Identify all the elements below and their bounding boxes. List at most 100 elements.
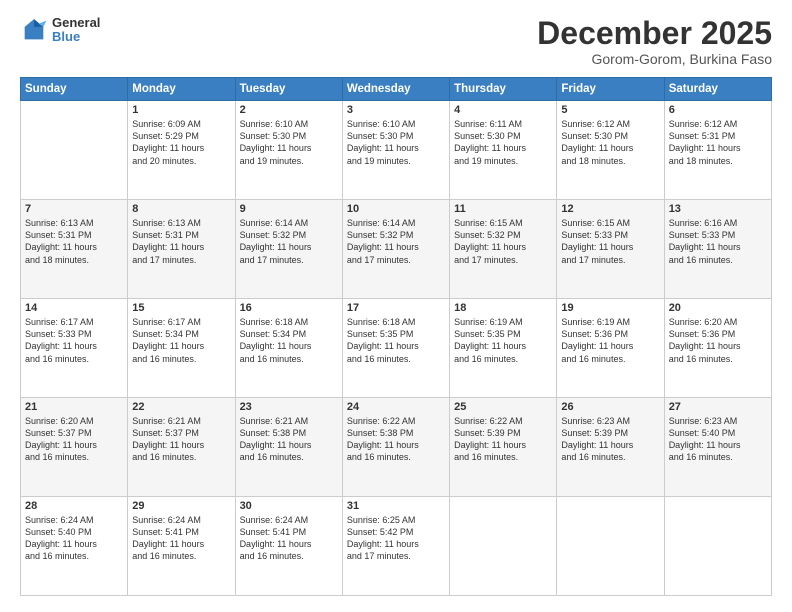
day-number: 24 [347, 401, 445, 413]
day-info: Sunrise: 6:10 AMSunset: 5:30 PMDaylight:… [240, 118, 338, 167]
day-number: 4 [454, 104, 552, 116]
calendar-week-5: 28 Sunrise: 6:24 AMSunset: 5:40 PMDayligh… [21, 497, 772, 596]
calendar-cell: 20Sunrise: 6:20 AMSunset: 5:36 PMDayligh… [664, 299, 771, 398]
calendar-cell: 30Sunrise: 6:24 AMSunset: 5:41 PMDayligh… [235, 497, 342, 596]
calendar-cell: 14 Sunrise: 6:17 AMSunset: 5:33 PMDayligh… [21, 299, 128, 398]
col-tuesday: Tuesday [235, 78, 342, 101]
day-number: 10 [347, 203, 445, 215]
calendar-cell: 12 Sunrise: 6:15 AMSunset: 5:33 PMDayligh… [557, 200, 664, 299]
day-number: 2 [240, 104, 338, 116]
day-info: Sunrise: 6:24 AMSunset: 5:40 PMDaylight:… [25, 514, 123, 563]
calendar-cell: 1 Sunrise: 6:09 AMSunset: 5:29 PMDaylight… [128, 101, 235, 200]
calendar-cell: 31 Sunrise: 6:25 AMSunset: 5:42 PMDayligh… [342, 497, 449, 596]
day-number: 6 [669, 104, 767, 116]
day-number: 26 [561, 401, 659, 413]
calendar-cell: 7 Sunrise: 6:13 AMSunset: 5:31 PMDaylight… [21, 200, 128, 299]
calendar-cell: 19 Sunrise: 6:19 AMSunset: 5:36 PMDayligh… [557, 299, 664, 398]
location-subtitle: Gorom-Gorom, Burkina Faso [537, 51, 772, 67]
day-info: Sunrise: 6:21 AMSunset: 5:37 PMDaylight:… [132, 415, 230, 464]
day-info: Sunrise: 6:20 AMSunset: 5:37 PMDaylight:… [25, 415, 123, 464]
calendar-cell: 15Sunrise: 6:17 AMSunset: 5:34 PMDayligh… [128, 299, 235, 398]
logo-text: General Blue [52, 16, 100, 45]
calendar-cell: 11Sunrise: 6:15 AMSunset: 5:32 PMDayligh… [450, 200, 557, 299]
day-info: Sunrise: 6:18 AMSunset: 5:35 PMDaylight:… [347, 316, 445, 365]
day-info: Sunrise: 6:15 AMSunset: 5:33 PMDaylight:… [561, 217, 659, 266]
calendar-cell: 16 Sunrise: 6:18 AMSunset: 5:34 PMDayligh… [235, 299, 342, 398]
day-info: Sunrise: 6:09 AMSunset: 5:29 PMDaylight:… [132, 118, 230, 167]
calendar-cell: 13Sunrise: 6:16 AMSunset: 5:33 PMDayligh… [664, 200, 771, 299]
day-info: Sunrise: 6:19 AMSunset: 5:35 PMDaylight:… [454, 316, 552, 365]
day-info: Sunrise: 6:19 AMSunset: 5:36 PMDaylight:… [561, 316, 659, 365]
calendar-cell: 22 Sunrise: 6:21 AMSunset: 5:37 PMDayligh… [128, 398, 235, 497]
page: General Blue December 2025 Gorom-Gorom, … [0, 0, 792, 612]
calendar-cell: 21 Sunrise: 6:20 AMSunset: 5:37 PMDayligh… [21, 398, 128, 497]
day-info: Sunrise: 6:13 AMSunset: 5:31 PMDaylight:… [25, 217, 123, 266]
calendar-cell [664, 497, 771, 596]
day-info: Sunrise: 6:23 AMSunset: 5:40 PMDaylight:… [669, 415, 767, 464]
day-number: 15 [132, 302, 230, 314]
day-number: 29 [132, 500, 230, 512]
day-info: Sunrise: 6:16 AMSunset: 5:33 PMDaylight:… [669, 217, 767, 266]
calendar-cell: 24Sunrise: 6:22 AMSunset: 5:38 PMDayligh… [342, 398, 449, 497]
calendar-cell [21, 101, 128, 200]
calendar-cell: 26 Sunrise: 6:23 AMSunset: 5:39 PMDayligh… [557, 398, 664, 497]
col-sunday: Sunday [21, 78, 128, 101]
calendar-table: Sunday Monday Tuesday Wednesday Thursday… [20, 77, 772, 596]
calendar-cell: 8Sunrise: 6:13 AMSunset: 5:31 PMDaylight… [128, 200, 235, 299]
day-number: 28 [25, 500, 123, 512]
day-number: 30 [240, 500, 338, 512]
header: General Blue December 2025 Gorom-Gorom, … [20, 16, 772, 67]
calendar-cell: 10 Sunrise: 6:14 AMSunset: 5:32 PMDayligh… [342, 200, 449, 299]
day-number: 1 [132, 104, 230, 116]
day-number: 23 [240, 401, 338, 413]
day-number: 27 [669, 401, 767, 413]
day-number: 12 [561, 203, 659, 215]
calendar-cell: 23 Sunrise: 6:21 AMSunset: 5:38 PMDayligh… [235, 398, 342, 497]
calendar-cell: 3Sunrise: 6:10 AMSunset: 5:30 PMDaylight… [342, 101, 449, 200]
day-info: Sunrise: 6:17 AMSunset: 5:33 PMDaylight:… [25, 316, 123, 365]
logo-blue: Blue [52, 30, 100, 44]
day-number: 31 [347, 500, 445, 512]
col-thursday: Thursday [450, 78, 557, 101]
day-number: 9 [240, 203, 338, 215]
calendar-cell: 2 Sunrise: 6:10 AMSunset: 5:30 PMDaylight… [235, 101, 342, 200]
logo-icon [20, 16, 48, 44]
day-number: 14 [25, 302, 123, 314]
day-info: Sunrise: 6:10 AMSunset: 5:30 PMDaylight:… [347, 118, 445, 167]
calendar-cell: 25Sunrise: 6:22 AMSunset: 5:39 PMDayligh… [450, 398, 557, 497]
day-number: 16 [240, 302, 338, 314]
month-title: December 2025 [537, 16, 772, 51]
day-info: Sunrise: 6:12 AMSunset: 5:30 PMDaylight:… [561, 118, 659, 167]
calendar-cell: 4Sunrise: 6:11 AMSunset: 5:30 PMDaylight… [450, 101, 557, 200]
day-number: 17 [347, 302, 445, 314]
day-info: Sunrise: 6:25 AMSunset: 5:42 PMDaylight:… [347, 514, 445, 563]
title-block: December 2025 Gorom-Gorom, Burkina Faso [537, 16, 772, 67]
logo: General Blue [20, 16, 100, 45]
day-number: 22 [132, 401, 230, 413]
day-number: 21 [25, 401, 123, 413]
calendar-header-row: Sunday Monday Tuesday Wednesday Thursday… [21, 78, 772, 101]
col-friday: Friday [557, 78, 664, 101]
calendar-cell [450, 497, 557, 596]
day-info: Sunrise: 6:18 AMSunset: 5:34 PMDaylight:… [240, 316, 338, 365]
day-number: 19 [561, 302, 659, 314]
day-number: 7 [25, 203, 123, 215]
day-number: 18 [454, 302, 552, 314]
day-info: Sunrise: 6:21 AMSunset: 5:38 PMDaylight:… [240, 415, 338, 464]
calendar-cell [557, 497, 664, 596]
calendar-week-2: 7 Sunrise: 6:13 AMSunset: 5:31 PMDaylight… [21, 200, 772, 299]
day-info: Sunrise: 6:14 AMSunset: 5:32 PMDaylight:… [347, 217, 445, 266]
calendar-cell: 6Sunrise: 6:12 AMSunset: 5:31 PMDaylight… [664, 101, 771, 200]
calendar-cell: 17 Sunrise: 6:18 AMSunset: 5:35 PMDayligh… [342, 299, 449, 398]
calendar-week-4: 21 Sunrise: 6:20 AMSunset: 5:37 PMDayligh… [21, 398, 772, 497]
col-monday: Monday [128, 78, 235, 101]
day-number: 8 [132, 203, 230, 215]
day-info: Sunrise: 6:20 AMSunset: 5:36 PMDaylight:… [669, 316, 767, 365]
day-number: 5 [561, 104, 659, 116]
calendar-cell: 27 Sunrise: 6:23 AMSunset: 5:40 PMDayligh… [664, 398, 771, 497]
calendar-cell: 9Sunrise: 6:14 AMSunset: 5:32 PMDaylight… [235, 200, 342, 299]
day-info: Sunrise: 6:23 AMSunset: 5:39 PMDaylight:… [561, 415, 659, 464]
col-wednesday: Wednesday [342, 78, 449, 101]
day-info: Sunrise: 6:22 AMSunset: 5:39 PMDaylight:… [454, 415, 552, 464]
day-info: Sunrise: 6:24 AMSunset: 5:41 PMDaylight:… [132, 514, 230, 563]
